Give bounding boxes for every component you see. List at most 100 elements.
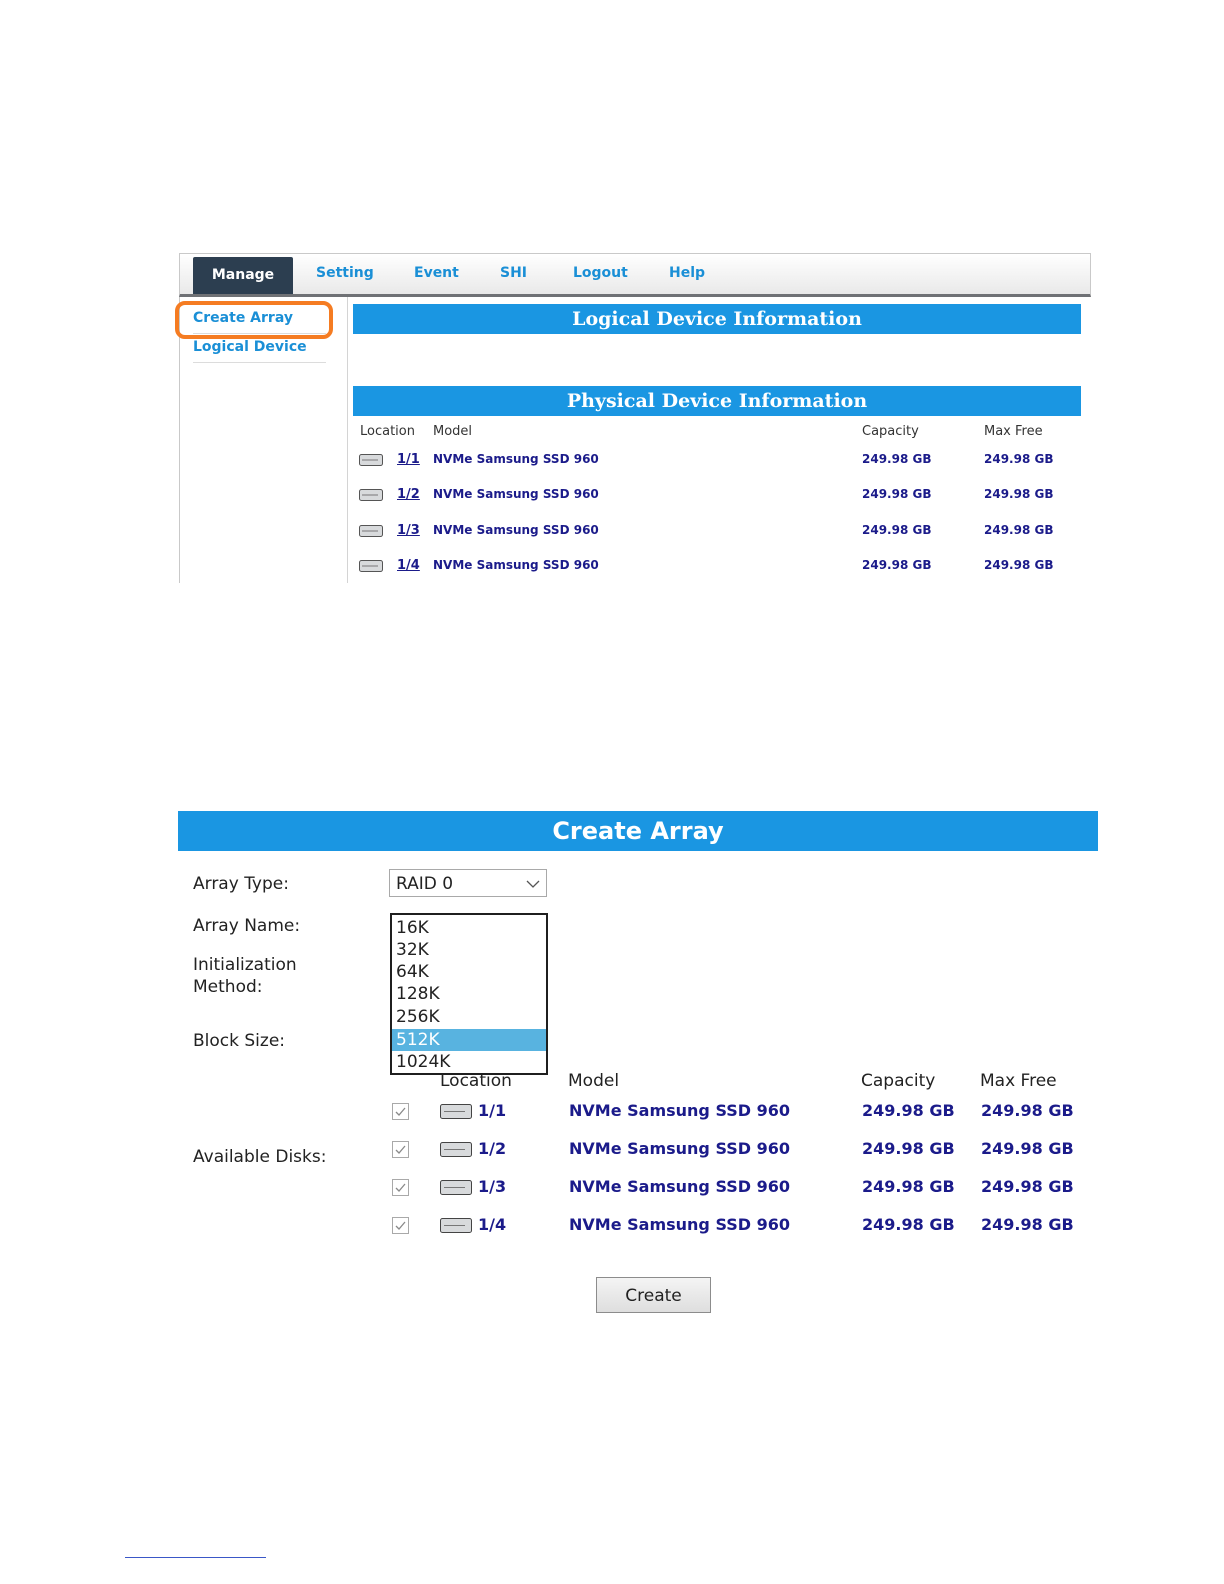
disk-capacity: 249.98 GB bbox=[862, 1101, 955, 1120]
disk-max-free: 249.98 GB bbox=[981, 1101, 1074, 1120]
checkmark-icon bbox=[395, 1221, 406, 1230]
disk-icon bbox=[359, 525, 383, 537]
column-header-location: Location bbox=[360, 424, 415, 439]
init-method-label-line2: Method: bbox=[193, 977, 263, 997]
disk-checkbox[interactable] bbox=[392, 1217, 409, 1234]
disk-model: NVMe Samsung SSD 960 bbox=[569, 1139, 791, 1158]
table-row: 1/2 NVMe Samsung SSD 960 249.98 GB 249.9… bbox=[359, 487, 1079, 507]
model-value: NVMe Samsung SSD 960 bbox=[433, 558, 599, 572]
disk-icon bbox=[359, 489, 383, 501]
block-size-label: Block Size: bbox=[193, 1031, 286, 1051]
block-size-option[interactable]: 16K bbox=[392, 917, 546, 939]
disk-location: 1/2 bbox=[478, 1139, 507, 1158]
disk-location: 1/1 bbox=[478, 1101, 507, 1120]
capacity-value: 249.98 GB bbox=[862, 487, 932, 501]
available-disks-label: Available Disks: bbox=[193, 1147, 327, 1167]
checkmark-icon bbox=[395, 1107, 406, 1116]
disk-model: NVMe Samsung SSD 960 bbox=[569, 1215, 791, 1234]
model-value: NVMe Samsung SSD 960 bbox=[433, 523, 599, 537]
array-type-select[interactable]: RAID 0 bbox=[389, 869, 547, 897]
array-name-label: Array Name: bbox=[193, 916, 301, 936]
block-size-option[interactable]: 256K bbox=[392, 1006, 546, 1028]
table-row: 1/4 NVMe Samsung SSD 960 249.98 GB 249.9… bbox=[359, 558, 1079, 578]
disk-capacity: 249.98 GB bbox=[862, 1139, 955, 1158]
table-row: 1/3 NVMe Samsung SSD 960 249.98 GB 249.9… bbox=[359, 523, 1079, 543]
top-nav-bar: Manage Setting Event SHI Logout Help bbox=[179, 253, 1091, 297]
location-link[interactable]: 1/2 bbox=[397, 487, 420, 502]
max-free-value: 249.98 GB bbox=[984, 487, 1054, 501]
create-button[interactable]: Create bbox=[596, 1277, 711, 1313]
array-type-label: Array Type: bbox=[193, 874, 289, 894]
max-free-value: 249.98 GB bbox=[984, 452, 1054, 466]
column-header-capacity: Capacity bbox=[862, 424, 919, 439]
model-value: NVMe Samsung SSD 960 bbox=[433, 452, 599, 466]
table-row: 1/1 NVMe Samsung SSD 960 249.98 GB 249.9… bbox=[359, 452, 1079, 472]
chevron-down-icon bbox=[526, 880, 540, 888]
disk-row: 1/2 NVMe Samsung SSD 960 249.98 GB 249.9… bbox=[390, 1138, 1090, 1164]
tab-help[interactable]: Help bbox=[669, 265, 705, 281]
disk-row: 1/1 NVMe Samsung SSD 960 249.98 GB 249.9… bbox=[390, 1100, 1090, 1126]
column-header-max-free: Max Free bbox=[980, 1071, 1057, 1091]
checkmark-icon bbox=[395, 1145, 406, 1154]
location-link[interactable]: 1/4 bbox=[397, 558, 420, 573]
disk-max-free: 249.98 GB bbox=[981, 1139, 1074, 1158]
model-value: NVMe Samsung SSD 960 bbox=[433, 487, 599, 501]
init-method-label-line1: Initialization bbox=[193, 955, 297, 975]
location-link[interactable]: 1/3 bbox=[397, 523, 420, 538]
column-header-model: Model bbox=[568, 1071, 620, 1091]
disk-icon bbox=[359, 454, 383, 466]
disk-icon bbox=[440, 1104, 472, 1119]
tab-manage[interactable]: Manage bbox=[193, 257, 293, 294]
max-free-value: 249.98 GB bbox=[984, 558, 1054, 572]
disk-checkbox[interactable] bbox=[392, 1179, 409, 1196]
disk-icon bbox=[440, 1142, 472, 1157]
create-array-header: Create Array bbox=[178, 811, 1098, 851]
array-type-value: RAID 0 bbox=[396, 874, 454, 894]
tab-shi[interactable]: SHI bbox=[500, 265, 527, 281]
manage-screenshot: Manage Setting Event SHI Logout Help Cre… bbox=[175, 253, 1091, 583]
tab-logout[interactable]: Logout bbox=[573, 265, 628, 281]
disk-checkbox[interactable] bbox=[392, 1141, 409, 1158]
column-header-capacity: Capacity bbox=[861, 1071, 936, 1091]
sidebar-item-logical-device[interactable]: Logical Device bbox=[193, 339, 307, 355]
column-header-location: Location bbox=[440, 1071, 512, 1091]
disk-row: 1/4 NVMe Samsung SSD 960 249.98 GB 249.9… bbox=[390, 1214, 1090, 1240]
footnote-divider bbox=[125, 1557, 266, 1558]
block-size-listbox[interactable]: 16K 32K 64K 128K 256K 512K 1024K bbox=[390, 913, 548, 1075]
sidebar-divider bbox=[193, 333, 326, 334]
block-size-option-selected[interactable]: 512K bbox=[392, 1029, 546, 1051]
init-method-label: Initialization Method: bbox=[193, 954, 297, 998]
disk-capacity: 249.98 GB bbox=[862, 1177, 955, 1196]
disk-icon bbox=[359, 560, 383, 572]
capacity-value: 249.98 GB bbox=[862, 523, 932, 537]
disk-model: NVMe Samsung SSD 960 bbox=[569, 1101, 791, 1120]
capacity-value: 249.98 GB bbox=[862, 452, 932, 466]
block-size-option[interactable]: 1024K bbox=[392, 1051, 546, 1073]
disk-max-free: 249.98 GB bbox=[981, 1215, 1074, 1234]
logical-device-info-header: Logical Device Information bbox=[353, 304, 1081, 334]
disk-checkbox[interactable] bbox=[392, 1103, 409, 1120]
disk-location: 1/4 bbox=[478, 1215, 507, 1234]
sidebar-divider bbox=[193, 362, 326, 363]
block-size-option[interactable]: 32K bbox=[392, 939, 546, 961]
sidebar-item-create-array[interactable]: Create Array bbox=[193, 310, 293, 326]
disk-row: 1/3 NVMe Samsung SSD 960 249.98 GB 249.9… bbox=[390, 1176, 1090, 1202]
location-link[interactable]: 1/1 bbox=[397, 452, 420, 467]
disk-capacity: 249.98 GB bbox=[862, 1215, 955, 1234]
disk-icon bbox=[440, 1218, 472, 1233]
max-free-value: 249.98 GB bbox=[984, 523, 1054, 537]
checkmark-icon bbox=[395, 1183, 406, 1192]
tab-setting[interactable]: Setting bbox=[316, 265, 374, 281]
column-header-max-free: Max Free bbox=[984, 424, 1043, 439]
disk-max-free: 249.98 GB bbox=[981, 1177, 1074, 1196]
disk-model: NVMe Samsung SSD 960 bbox=[569, 1177, 791, 1196]
capacity-value: 249.98 GB bbox=[862, 558, 932, 572]
sidebar: Create Array Logical Device bbox=[175, 297, 348, 583]
disk-icon bbox=[440, 1180, 472, 1195]
physical-device-info-header: Physical Device Information bbox=[353, 386, 1081, 416]
create-array-screenshot: Create Array Array Type: RAID 0 Array Na… bbox=[178, 811, 1098, 1321]
tab-event[interactable]: Event bbox=[414, 265, 459, 281]
column-header-model: Model bbox=[433, 424, 473, 439]
block-size-option[interactable]: 128K bbox=[392, 983, 546, 1005]
block-size-option[interactable]: 64K bbox=[392, 961, 546, 983]
